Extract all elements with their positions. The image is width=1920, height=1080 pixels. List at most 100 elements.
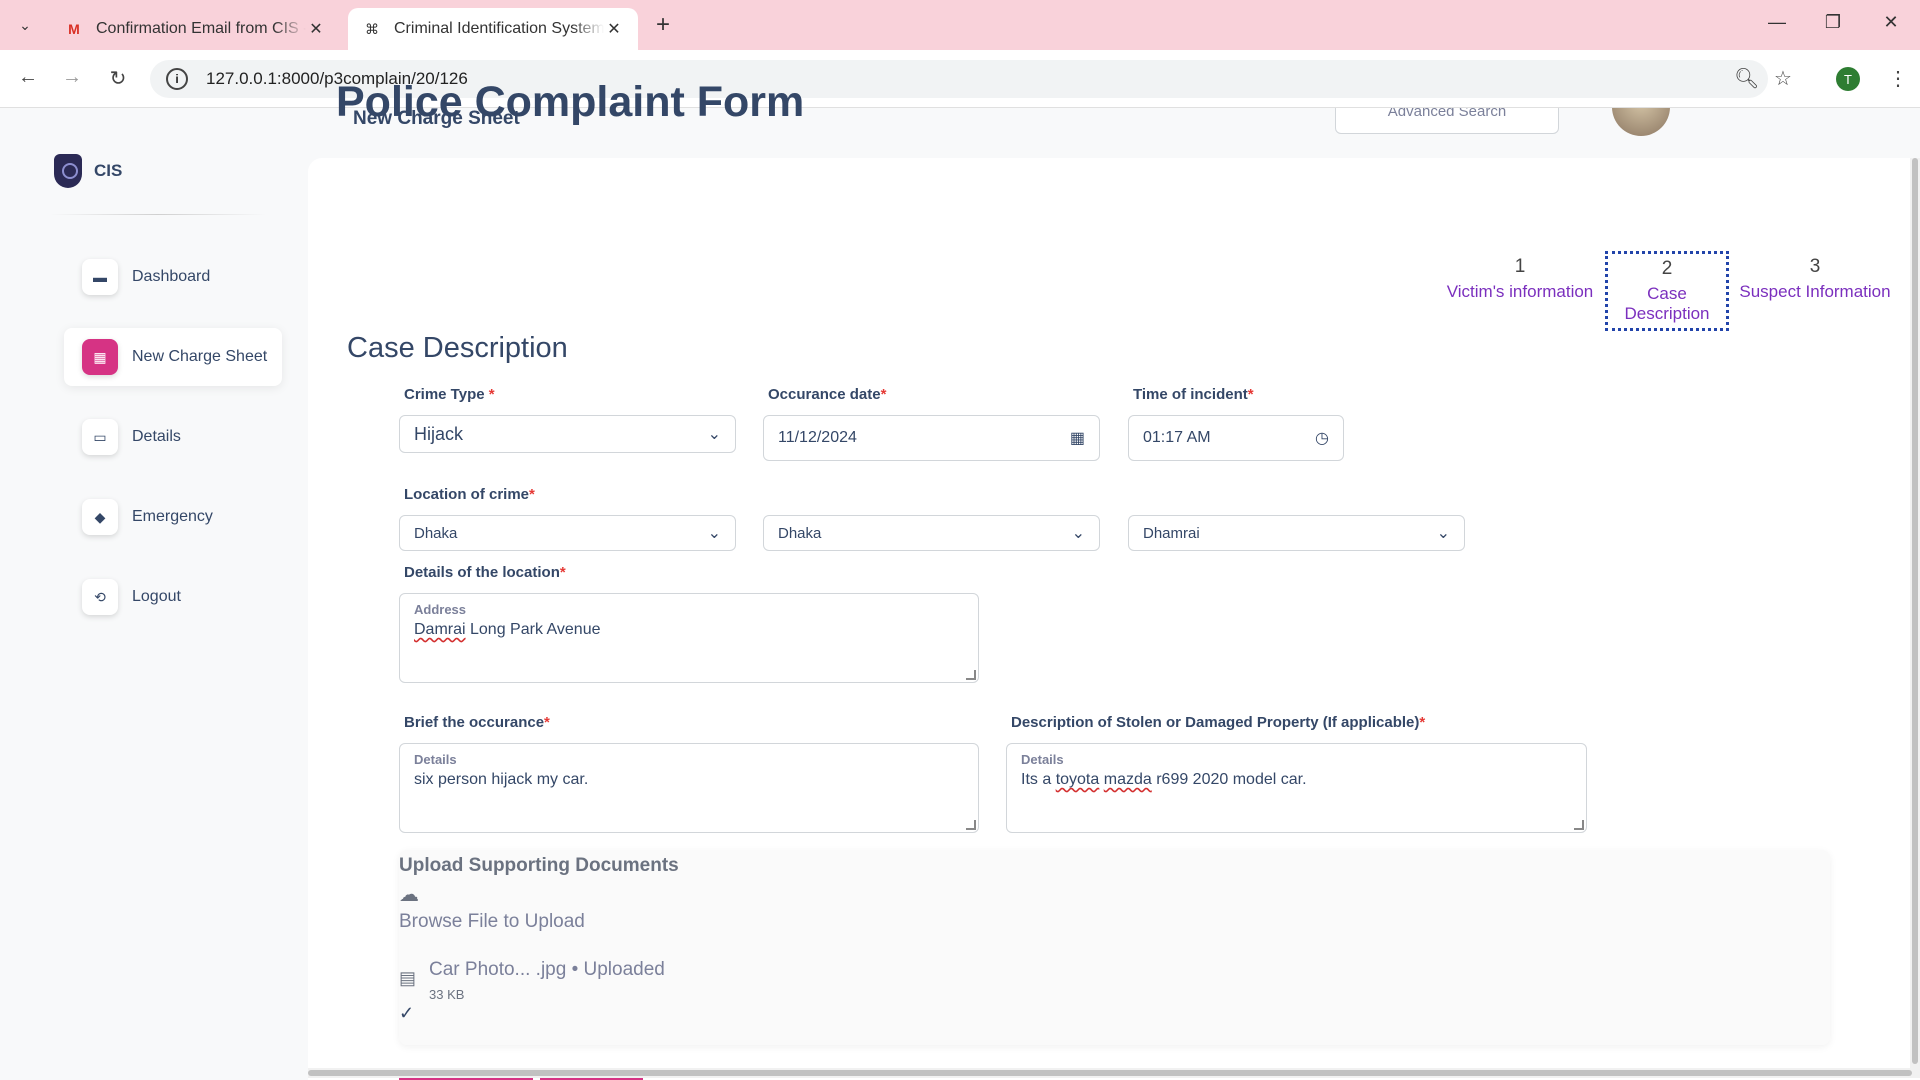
select-value: Hijack — [414, 423, 464, 444]
select-value: Dhaka — [414, 524, 458, 542]
time-of-incident-label: Time of incident* — [1133, 386, 1254, 403]
browser-menu-icon[interactable]: ⋮ — [1888, 66, 1908, 91]
police-badge-icon — [54, 154, 82, 188]
forward-icon[interactable]: → — [58, 66, 86, 89]
step-label: Victim's information — [1446, 282, 1594, 301]
step-number: 2 — [1661, 258, 1673, 279]
label-text: Details of the location — [404, 564, 560, 581]
tab-gmail[interactable]: M Confirmation Email from CIS - t ✕ — [50, 8, 340, 50]
tab-search-chevron-icon[interactable]: ⌄ — [10, 10, 40, 40]
tab-title: Criminal Identification System - — [394, 20, 604, 37]
back-icon[interactable]: ← — [14, 66, 42, 89]
zoom-icon[interactable]: 🔍︎ — [1734, 66, 1759, 91]
time-of-incident-input[interactable]: 01:17 AM ◷ — [1128, 415, 1344, 461]
restore-icon[interactable]: ❐ — [1818, 12, 1848, 33]
field-value: six person hijack my car. — [414, 771, 589, 788]
tab-cis[interactable]: ⌘ Criminal Identification System - ✕ — [348, 8, 638, 50]
section-title: Case Description — [347, 332, 568, 364]
sidebar-item-label: Emergency — [132, 508, 213, 525]
minimize-icon[interactable]: — — [1762, 12, 1792, 33]
step-case-description[interactable]: 2 Case Description — [1605, 251, 1729, 331]
step-suspect-info[interactable]: 3 Suspect Information — [1738, 256, 1892, 302]
field-label: Address — [414, 602, 467, 617]
logout-icon: ⟲ — [82, 579, 118, 615]
field-value: Damrai Long Park Avenue — [414, 621, 600, 638]
site-icon: ⌘ — [365, 20, 379, 37]
sidebar-item-label: Details — [132, 428, 181, 445]
box-icon: ◆ — [82, 499, 118, 535]
sidebar-item-logout[interactable]: ⟲ Logout — [64, 568, 282, 626]
profile-avatar[interactable]: T — [1836, 67, 1860, 91]
label-text: Description of Stolen or Damaged Propert… — [1011, 714, 1420, 731]
select-value: Dhamrai — [1143, 524, 1200, 542]
check-icon: ✓ — [399, 1003, 415, 1023]
value-text: r699 2020 model car. — [1151, 771, 1307, 788]
browse-file-link[interactable]: Browse File to Upload — [399, 911, 585, 933]
field-value: Its a toyota mazda r699 2020 model car. — [1021, 771, 1307, 788]
form-title: Police Complaint Form — [336, 78, 805, 126]
credit-card-icon: ▭ — [82, 419, 118, 455]
required-mark: * — [544, 714, 550, 731]
field-label: Details — [414, 752, 457, 767]
resize-handle-icon[interactable] — [1574, 820, 1584, 830]
horizontal-scrollbar[interactable] — [308, 1068, 1920, 1078]
sidebar-item-new-charge-sheet[interactable]: ▦ New Charge Sheet — [64, 328, 282, 386]
reload-icon[interactable]: ↻ — [104, 66, 132, 91]
property-label: Description of Stolen or Damaged Propert… — [1011, 714, 1425, 731]
input-value: 01:17 AM — [1143, 429, 1211, 446]
upazila-select[interactable]: Dhamrai ⌄ — [1128, 515, 1465, 551]
close-tab-icon[interactable]: ✕ — [604, 19, 624, 39]
tab-title: Confirmation Email from CIS - t — [96, 20, 306, 37]
bookmark-star-icon[interactable]: ☆ — [1774, 66, 1792, 91]
close-window-icon[interactable]: ✕ — [1876, 12, 1906, 33]
property-textarea[interactable]: Details Its a toyota mazda r699 2020 mod… — [1006, 743, 1587, 833]
sidebar-item-label: Dashboard — [132, 268, 211, 285]
crime-type-label: Crime Type * — [404, 386, 495, 403]
upload-title: Upload Supporting Documents — [399, 855, 679, 876]
sidebar-item-dashboard[interactable]: ▬ Dashboard — [64, 248, 282, 306]
district-select[interactable]: Dhaka ⌄ — [763, 515, 1100, 551]
select-value: Dhaka — [778, 524, 822, 542]
site-info-icon[interactable]: i — [166, 68, 188, 90]
required-mark: * — [529, 486, 535, 503]
step-label: Suspect Information — [1739, 282, 1891, 301]
location-details-label: Details of the location* — [404, 564, 566, 581]
gmail-icon: M — [68, 21, 80, 37]
sidebar-item-emergency[interactable]: ◆ Emergency — [64, 488, 282, 546]
occurance-date-label: Occurance date* — [768, 386, 886, 403]
clock-icon[interactable]: ◷ — [1315, 428, 1329, 448]
resize-handle-icon[interactable] — [966, 820, 976, 830]
brief-textarea[interactable]: Details six person hijack my car. — [399, 743, 979, 833]
required-mark: * — [1419, 714, 1426, 731]
division-select[interactable]: Dhaka ⌄ — [399, 515, 736, 551]
field-label: Details — [1021, 752, 1064, 767]
brief-label: Brief the occurance* — [404, 714, 550, 731]
close-tab-icon[interactable]: ✕ — [306, 19, 326, 39]
chevron-down-icon: ⌄ — [707, 525, 721, 542]
user-avatar[interactable] — [1612, 108, 1670, 136]
file-icon: ▤ — [399, 968, 417, 988]
step-victim-info[interactable]: 1 Victim's information — [1444, 256, 1596, 302]
vertical-scrollbar[interactable] — [1910, 158, 1920, 1068]
new-tab-icon[interactable]: + — [650, 11, 676, 38]
logo-text: CIS — [94, 161, 123, 180]
spellcheck-word: Damrai — [414, 621, 466, 638]
required-mark: * — [488, 386, 495, 403]
sidebar-logo[interactable]: CIS — [54, 154, 122, 188]
label-text: Brief the occurance — [404, 714, 545, 731]
sidebar-item-details[interactable]: ▭ Details — [64, 408, 282, 466]
occurance-date-input[interactable]: 11/12/2024 ▦ — [763, 415, 1100, 461]
value-text: Its a — [1021, 771, 1056, 788]
scrollbar-thumb[interactable] — [308, 1070, 1912, 1076]
uploaded-file-size: 33 KB — [429, 987, 465, 1002]
sidebar-item-label: New Charge Sheet — [132, 348, 268, 365]
spellcheck-word: toyota — [1055, 771, 1100, 788]
resize-handle-icon[interactable] — [966, 670, 976, 680]
cloud-upload-icon[interactable]: ☁ — [399, 882, 419, 907]
calendar-icon[interactable]: ▦ — [1070, 428, 1085, 448]
crime-type-select[interactable]: Hijack ⌄ — [399, 415, 736, 453]
address-textarea[interactable]: Address Damrai Long Park Avenue — [399, 593, 979, 683]
label-text: Time of incident — [1133, 386, 1248, 403]
scrollbar-thumb[interactable] — [1912, 158, 1918, 1064]
advanced-search-button[interactable]: Advanced Search — [1335, 108, 1559, 134]
